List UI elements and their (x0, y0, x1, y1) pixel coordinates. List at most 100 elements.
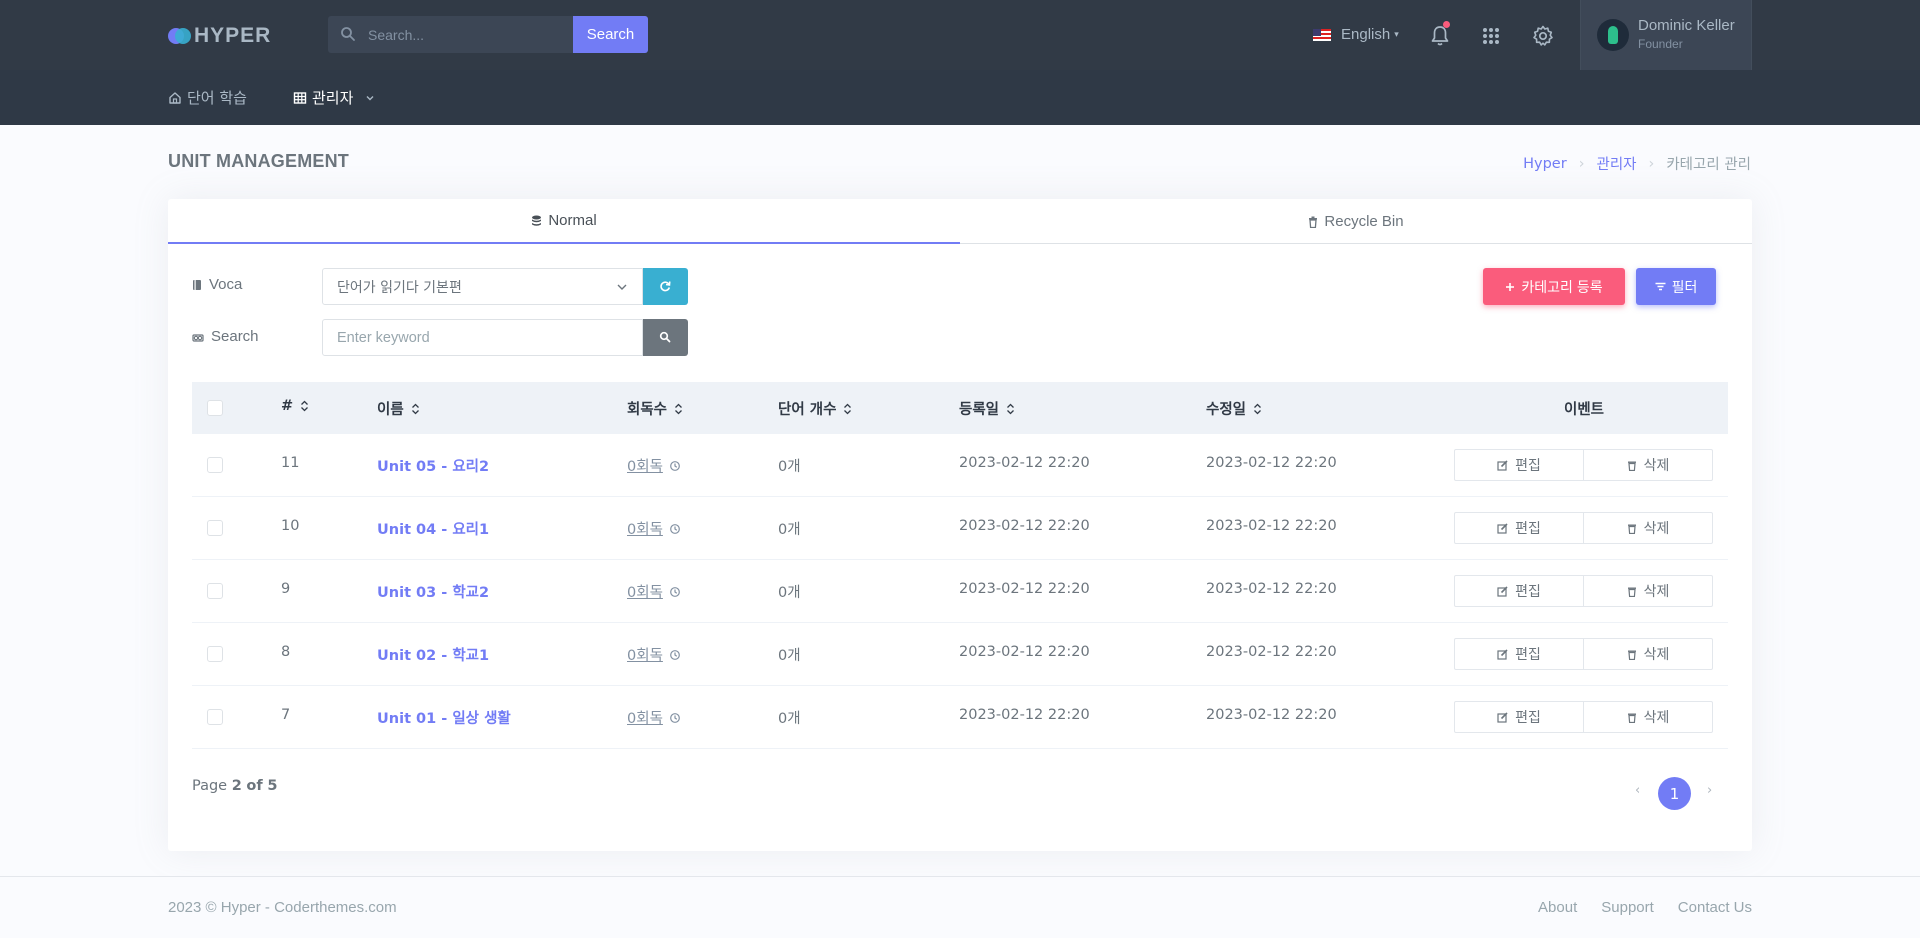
nav-item-admin[interactable]: 관리자 (293, 87, 380, 108)
th-words[interactable]: 단어 개수 (778, 398, 852, 419)
footer-link-about[interactable]: About (1538, 899, 1577, 916)
tab-normal[interactable]: Normal (168, 199, 960, 244)
reads-link[interactable]: 0회독 (627, 455, 663, 476)
reads-link[interactable]: 0회독 (627, 707, 663, 728)
edit-button[interactable]: 편집 (1454, 638, 1584, 670)
keyword-input[interactable] (322, 319, 643, 356)
voca-select[interactable]: 단어가 읽기다 기본편 (322, 268, 643, 305)
user-role: Founder (1638, 37, 1683, 51)
chevron-down-icon (617, 284, 627, 290)
footer-links: About Support Contact Us (1514, 899, 1752, 916)
page-info-of: of (246, 778, 263, 794)
breadcrumb: Hyper › 관리자 › 카테고리 관리 (1523, 153, 1751, 174)
search-label: Search (192, 328, 259, 345)
delete-label: 삭제 (1643, 647, 1670, 663)
database-icon (532, 215, 542, 226)
apps-grid-icon[interactable] (1479, 24, 1503, 48)
nav-item-home[interactable]: 단어 학습 (168, 87, 247, 108)
refresh-button[interactable] (643, 268, 688, 305)
th-name-label: 이름 (377, 402, 404, 418)
cell-created: 2023-02-12 22:20 (959, 581, 1090, 597)
voca-select-value: 단어가 읽기다 기본편 (337, 279, 462, 296)
add-category-label: 카테고리 등록 (1521, 278, 1603, 295)
edit-label: 편집 (1515, 647, 1541, 663)
unit-name-link[interactable]: Unit 01 - 일상 생활 (377, 707, 511, 728)
history-icon[interactable] (669, 586, 681, 598)
keyword-search-button[interactable] (643, 319, 688, 356)
cell-updated: 2023-02-12 22:20 (1206, 518, 1337, 534)
history-icon[interactable] (669, 523, 681, 535)
edit-button[interactable]: 편집 (1454, 701, 1584, 733)
edit-button[interactable]: 편집 (1454, 449, 1584, 481)
breadcrumb-hyper[interactable]: Hyper (1523, 156, 1567, 172)
delete-button[interactable]: 삭제 (1583, 512, 1713, 544)
avatar (1597, 19, 1629, 51)
table-row: 8 Unit 02 - 학교1 0회독 0개 2023-02-12 22:20 … (192, 623, 1728, 686)
row-checkbox[interactable] (207, 583, 223, 599)
add-category-button[interactable]: 카테고리 등록 (1483, 268, 1625, 305)
th-name[interactable]: 이름 (377, 398, 420, 419)
pagination-prev[interactable]: ‹ (1635, 783, 1640, 798)
edit-icon (1497, 711, 1508, 723)
delete-button[interactable]: 삭제 (1583, 575, 1713, 607)
reads-link[interactable]: 0회독 (627, 518, 663, 539)
pagination-page-1[interactable]: 1 (1658, 777, 1691, 810)
user-name: Dominic Keller (1638, 17, 1735, 34)
brand-logo[interactable]: HYPER (168, 22, 271, 50)
cell-created: 2023-02-12 22:20 (959, 518, 1090, 534)
user-menu[interactable]: Dominic Keller Founder (1580, 0, 1752, 70)
cell-reads: 0회독 (627, 455, 681, 476)
language-selector[interactable]: English ▾ (1313, 26, 1399, 43)
th-updated[interactable]: 수정일 (1206, 398, 1262, 419)
gear-icon[interactable] (1531, 24, 1555, 48)
table-icon (293, 91, 307, 104)
search-icon (659, 331, 671, 343)
cell-num: 11 (281, 455, 300, 471)
filter-button[interactable]: 필터 (1636, 268, 1716, 305)
cell-num: 7 (281, 707, 291, 723)
row-checkbox[interactable] (207, 709, 223, 725)
cell-words: 0개 (778, 585, 801, 601)
history-icon[interactable] (669, 649, 681, 661)
unit-name-link[interactable]: Unit 02 - 학교1 (377, 644, 489, 665)
unit-name-link[interactable]: Unit 05 - 요리2 (377, 455, 489, 476)
top-search-input[interactable] (368, 16, 598, 53)
select-all-checkbox[interactable] (207, 400, 223, 416)
th-created[interactable]: 등록일 (959, 398, 1015, 419)
page-info-prefix: Page (192, 778, 228, 794)
footer-link-support[interactable]: Support (1601, 899, 1654, 916)
edit-button[interactable]: 편집 (1454, 575, 1584, 607)
refresh-icon (660, 281, 671, 292)
history-icon[interactable] (669, 460, 681, 472)
sort-icon (844, 403, 852, 414)
delete-label: 삭제 (1643, 458, 1670, 474)
th-num[interactable]: # (281, 398, 309, 414)
unit-name-link[interactable]: Unit 04 - 요리1 (377, 518, 489, 539)
row-checkbox[interactable] (207, 646, 223, 662)
delete-button[interactable]: 삭제 (1583, 701, 1713, 733)
history-icon[interactable] (669, 712, 681, 724)
row-checkbox[interactable] (207, 457, 223, 473)
delete-button[interactable]: 삭제 (1583, 449, 1713, 481)
tab-recycle-bin[interactable]: Recycle Bin (960, 199, 1752, 244)
search-label-text: Search (211, 328, 259, 345)
delete-label: 삭제 (1643, 521, 1670, 537)
tab-normal-label: Normal (548, 212, 597, 229)
reads-link[interactable]: 0회독 (627, 644, 663, 665)
breadcrumb-admin[interactable]: 관리자 (1597, 153, 1637, 174)
row-checkbox[interactable] (207, 520, 223, 536)
trash-icon (1627, 713, 1636, 723)
pagination-next[interactable]: › (1707, 783, 1712, 798)
footer-link-contact[interactable]: Contact Us (1678, 899, 1752, 916)
trash-icon (1627, 650, 1636, 660)
edit-button[interactable]: 편집 (1454, 512, 1584, 544)
bell-icon[interactable] (1428, 24, 1452, 48)
unit-name-link[interactable]: Unit 03 - 학교2 (377, 581, 489, 602)
reads-link[interactable]: 0회독 (627, 581, 663, 602)
th-num-label: # (281, 398, 294, 414)
cell-words: 0개 (778, 522, 801, 538)
top-search-button[interactable]: Search (573, 16, 648, 53)
th-reads[interactable]: 회독수 (627, 398, 683, 419)
cell-created: 2023-02-12 22:20 (959, 455, 1090, 471)
delete-button[interactable]: 삭제 (1583, 638, 1713, 670)
